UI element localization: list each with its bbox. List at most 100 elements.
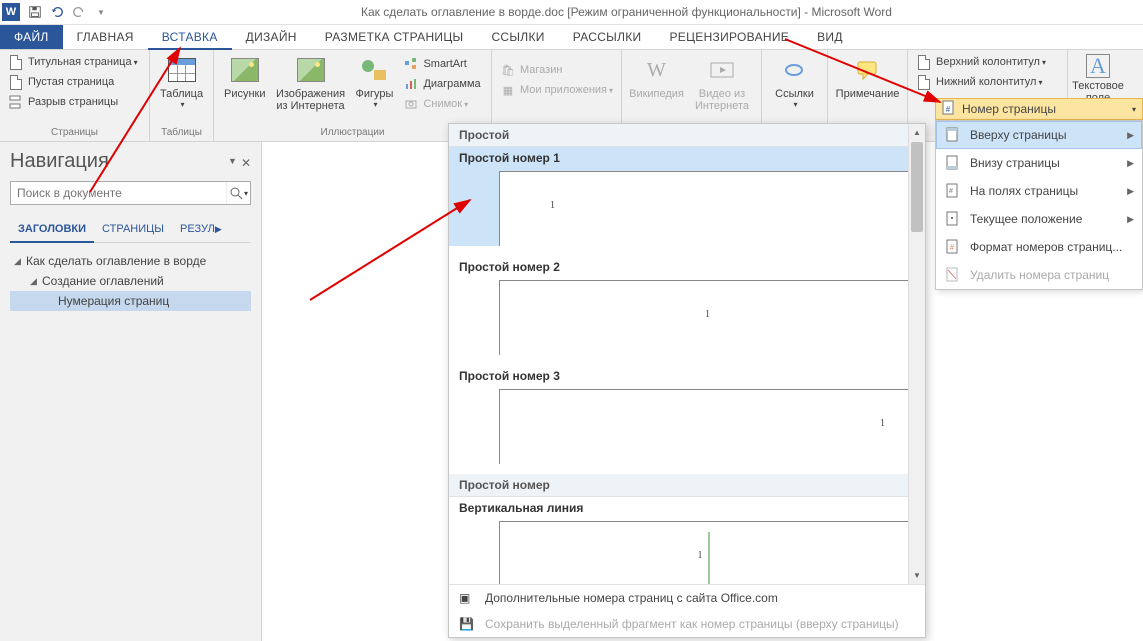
tab-home[interactable]: ГЛАВНАЯ	[63, 25, 148, 49]
video-icon	[706, 54, 738, 86]
page-break-icon	[8, 94, 24, 110]
group-label-illustrations: Иллюстрации	[218, 126, 487, 139]
nav-tab-pages[interactable]: СТРАНИЦЫ	[94, 217, 172, 242]
qat-customize-button[interactable]: ▼	[90, 1, 112, 23]
group-label-tables: Таблицы	[154, 126, 209, 139]
page-number-icon: #	[942, 100, 956, 119]
online-pictures-button[interactable]: Изображения из Интернета	[272, 52, 350, 114]
nav-tab-results[interactable]: РЕЗУЛ▶	[172, 217, 230, 242]
pictures-icon	[229, 54, 261, 86]
chart-icon	[403, 76, 419, 92]
save-selection-icon: 💾	[459, 617, 477, 631]
nav-tab-headings[interactable]: ЗАГОЛОВКИ	[10, 217, 94, 243]
titlebar: W ▼ Как сделать оглавление в ворде.doc […	[0, 0, 1143, 25]
tab-review[interactable]: РЕЦЕНЗИРОВАНИЕ	[655, 25, 803, 49]
pictures-button[interactable]: Рисунки	[218, 52, 272, 102]
gallery-preview-1: 1	[499, 171, 915, 246]
textbox-icon: A	[1086, 54, 1110, 78]
gallery-section-simple: Простой	[449, 124, 925, 147]
save-button[interactable]	[24, 1, 46, 23]
gallery-preview-4: 1	[499, 521, 915, 584]
tab-insert[interactable]: ВСТАВКА	[148, 25, 232, 50]
caret-icon: ◢	[14, 256, 26, 267]
scrollbar-thumb[interactable]	[911, 142, 923, 232]
nav-tree: ◢Как сделать оглавление в ворде ◢Создани…	[10, 251, 251, 311]
page-margins-icon: #	[944, 182, 962, 200]
tree-item-leaf[interactable]: Нумерация страниц	[10, 291, 251, 311]
nav-search: ▾	[10, 181, 251, 205]
window-title: Как сделать оглавление в ворде.doc [Режи…	[112, 5, 1141, 19]
menu-format-page-numbers[interactable]: #Формат номеров страниц...	[936, 233, 1142, 261]
word-app-icon: W	[2, 3, 20, 21]
navigation-pane: Навигация ▼ ✕ ▾ ЗАГОЛОВКИ СТРАНИЦЫ РЕЗУЛ…	[0, 142, 262, 641]
online-pictures-icon	[295, 54, 327, 86]
gallery-save-selection: 💾Сохранить выделенный фрагмент как номер…	[449, 611, 925, 637]
gallery-item-3[interactable]: Простой номер 3 1	[449, 365, 925, 464]
ribbon-tabs: ФАЙЛ ГЛАВНАЯ ВСТАВКА ДИЗАЙН РАЗМЕТКА СТР…	[0, 25, 1143, 50]
gallery-more-office[interactable]: ▣Дополнительные номера страниц с сайта O…	[449, 585, 925, 611]
table-icon	[166, 54, 198, 86]
screenshot-icon	[403, 96, 419, 112]
link-icon	[778, 54, 810, 86]
menu-remove-page-numbers: Удалить номера страниц	[936, 261, 1142, 289]
page-number-button[interactable]: # Номер страницы ▾	[935, 98, 1143, 120]
cover-page-button[interactable]: Титульная страница▾	[4, 52, 145, 72]
menu-top-of-page[interactable]: Вверху страницы▶	[936, 121, 1142, 149]
my-apps-button[interactable]: ▦Мои приложения▾	[496, 80, 617, 100]
menu-page-margins[interactable]: #На полях страницы▶	[936, 177, 1142, 205]
chart-button[interactable]: Диаграмма	[399, 74, 484, 94]
tab-references[interactable]: ССЫЛКИ	[477, 25, 558, 49]
undo-button[interactable]	[46, 1, 68, 23]
smartart-button[interactable]: SmartArt	[399, 54, 484, 74]
footer-button[interactable]: Нижний колонтитул▾	[912, 72, 1063, 92]
comment-button[interactable]: Примечание	[832, 52, 903, 102]
online-video-button[interactable]: Видео из Интернета	[687, 52, 757, 114]
gallery-item-2[interactable]: Простой номер 2 1	[449, 256, 925, 355]
blank-page-button[interactable]: Пустая страница	[4, 72, 145, 92]
remove-icon	[944, 266, 962, 284]
table-button[interactable]: Таблица▾	[154, 52, 209, 111]
wikipedia-icon: W	[641, 54, 673, 86]
blank-page-icon	[8, 74, 24, 90]
tab-mailings[interactable]: РАССЫЛКИ	[559, 25, 656, 49]
caret-icon: ◢	[30, 276, 42, 287]
header-button[interactable]: Верхний колонтитул▾	[912, 52, 1063, 72]
tab-file[interactable]: ФАЙЛ	[0, 25, 63, 49]
gallery-scrollbar[interactable]: ▲ ▼	[908, 124, 925, 584]
current-pos-icon	[944, 210, 962, 228]
wikipedia-button[interactable]: WВикипедия	[626, 52, 687, 102]
header-icon	[916, 54, 932, 70]
office-icon: ▣	[459, 591, 477, 605]
group-label-pages: Страницы	[4, 126, 145, 139]
nav-search-input[interactable]	[11, 182, 226, 204]
gallery-preview-2: 1	[499, 280, 915, 355]
cover-page-icon	[8, 54, 24, 70]
tree-item-root[interactable]: ◢Как сделать оглавление в ворде	[10, 251, 251, 271]
gallery-section-simple-num: Простой номер	[449, 474, 925, 497]
gallery-preview-3: 1	[499, 389, 915, 464]
tab-page-layout[interactable]: РАЗМЕТКА СТРАНИЦЫ	[311, 25, 478, 49]
nav-search-button[interactable]: ▾	[226, 182, 250, 204]
pane-close-button[interactable]: ✕	[241, 156, 251, 170]
page-number-menu: Вверху страницы▶ Внизу страницы▶ #На пол…	[935, 120, 1143, 290]
svg-text:#: #	[950, 243, 955, 252]
shapes-button[interactable]: Фигуры▾	[350, 52, 400, 111]
gallery-item-4[interactable]: Вертикальная линия 1	[449, 497, 925, 584]
tab-design[interactable]: ДИЗАЙН	[232, 25, 311, 49]
page-break-button[interactable]: Разрыв страницы	[4, 92, 145, 112]
links-button[interactable]: Ссылки▾	[769, 52, 820, 111]
tab-view[interactable]: ВИД	[803, 25, 857, 49]
smartart-icon	[403, 56, 419, 72]
gallery-item-1[interactable]: Простой номер 1 1	[449, 147, 925, 246]
tree-item-child[interactable]: ◢Создание оглавлений	[10, 271, 251, 291]
page-bottom-icon	[944, 154, 962, 172]
shapes-icon	[358, 54, 390, 86]
pane-options-button[interactable]: ▼	[228, 156, 237, 170]
svg-text:#: #	[949, 188, 953, 195]
menu-bottom-of-page[interactable]: Внизу страницы▶	[936, 149, 1142, 177]
redo-button[interactable]	[68, 1, 90, 23]
store-button[interactable]: 🛍Магазин	[496, 60, 617, 80]
menu-current-position[interactable]: Текущее положение▶	[936, 205, 1142, 233]
apps-icon: ▦	[500, 82, 516, 98]
screenshot-button[interactable]: Снимок▾	[399, 94, 484, 114]
